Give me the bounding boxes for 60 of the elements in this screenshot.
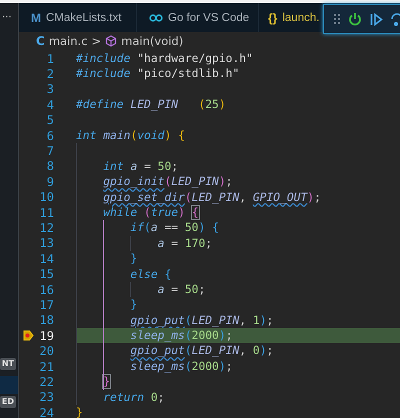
line-number: 7 [46,144,54,158]
line-number: 2 [46,67,54,82]
step-over-icon[interactable] [391,12,400,26]
code-line: } [76,407,83,418]
code-line: gpio_put(LED_PIN, 0); [129,345,274,357]
section-label: ED [0,396,16,408]
code-line: else { [129,268,172,280]
line-number: 14 [40,252,54,266]
breadcrumb-item[interactable]: main(void) [121,34,184,48]
line-number: 10 [40,190,54,204]
section-label: NT [0,358,16,370]
code-line: sleep_ms(2000); [129,360,232,372]
code-line: } [129,299,138,311]
braces-icon: {} [268,10,278,24]
code-line: while (true) { [102,206,199,218]
code-line: } [129,253,138,264]
code-line: } [102,376,110,388]
grip-icon[interactable] [334,14,340,24]
line-number: 5 [46,113,54,128]
code-line: if(a == 50) { [129,222,219,234]
line-number: 6 [46,128,54,143]
line-number: 15 [40,267,54,282]
line-number: 1 [46,52,54,66]
c-file-icon: C [36,34,45,48]
code-line: a = 170; [156,238,212,250]
code-line: sleep_ms(2000); [129,330,232,342]
line-number: 20 [40,344,54,358]
continue-icon[interactable] [370,12,383,26]
line-number: 3 [46,82,54,96]
line-number: 19 [40,328,54,343]
more-icon[interactable]: ··· [0,3,18,23]
line-number: 24 [40,406,54,418]
line-number: 8 [46,159,54,174]
code-line: #define LED_PIN (25) [76,99,226,111]
line-number: 12 [40,220,54,235]
code-line: int main(void) { [76,130,185,142]
code-line: gpio_set_dir(LED_PIN, GPIO_OUT); [102,192,321,203]
power-icon[interactable] [348,12,362,26]
line-number: 22 [40,374,54,389]
line-number: 9 [46,174,54,189]
line-number: 4 [46,98,54,112]
code-line: return 0; [102,392,164,403]
breadcrumb-separator: > [92,34,102,48]
line-number: 11 [40,206,54,220]
line-number: 13 [40,236,54,250]
line-number: 16 [40,282,54,297]
code-line: gpio_init(LED_PIN); [102,176,232,188]
m-icon: M [31,10,41,24]
code-line: a = 50; [156,284,206,296]
line-number: 18 [40,313,54,328]
code-line: #include "hardware/gpio.h" [76,53,253,64]
code-line: int a = 50; [102,160,178,172]
line-number: 23 [40,390,54,404]
line-number: 21 [40,360,54,374]
link-icon [149,14,163,22]
breadcrumb-item[interactable]: main.c [48,34,88,48]
code-line: gpio_put(LED_PIN, 1); [129,314,274,326]
cube-icon [105,34,118,46]
code-line: #include "pico/stdlib.h" [76,68,240,80]
line-number: 17 [40,298,54,312]
